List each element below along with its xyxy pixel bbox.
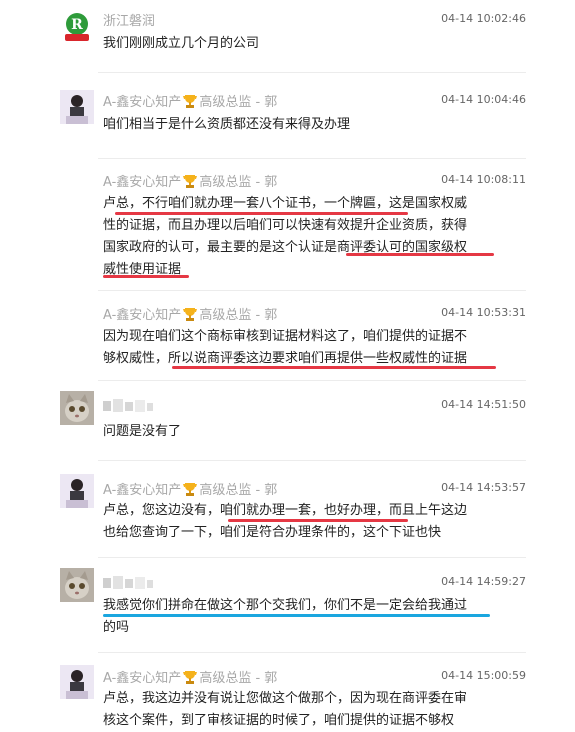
trophy-icon — [182, 94, 198, 108]
blurred-sender-name — [103, 575, 153, 589]
highlight-underline — [103, 614, 490, 617]
divider — [98, 557, 526, 558]
trophy-icon — [182, 670, 198, 684]
person-avatar-icon — [60, 474, 94, 508]
sender-name: A-鑫安心知产 高级总监 - 郭 — [103, 307, 278, 323]
avatar[interactable] — [60, 391, 94, 425]
timestamp: 04-14 10:08:11 — [441, 173, 526, 186]
message-text: 我们刚刚成立几个月的公司 — [103, 36, 260, 51]
divider — [98, 380, 526, 381]
sender-name: A-鑫安心知产 高级总监 - 郭 — [103, 174, 278, 190]
svg-text:R: R — [71, 17, 83, 33]
sender-name: A-鑫安心知产 高级总监 - 郭 — [103, 670, 278, 686]
divider — [98, 290, 526, 291]
highlight-underline — [228, 519, 408, 522]
message-text: 卢总，您这边没有，咱们就办理一套，也好办理，而且上午这边 也给您查询了一下，咱们… — [103, 503, 468, 540]
person-avatar-icon — [60, 90, 94, 124]
trophy-icon — [182, 307, 198, 321]
message-text: 卢总，不行咱们就办理一套八个证书，一个牌匾，这是国家权威 性的证据，而且办理以后… — [103, 196, 468, 277]
message-text: 因为现在咱们这个商标审核到证据材料这了，咱们提供的证据不 够权威性，所以说商评委… — [103, 329, 468, 366]
cat-avatar-icon — [60, 568, 94, 602]
trophy-icon — [182, 482, 198, 496]
timestamp: 04-14 14:53:57 — [441, 481, 526, 494]
timestamp: 04-14 15:00:59 — [441, 669, 526, 682]
avatar[interactable] — [60, 665, 94, 699]
avatar[interactable] — [60, 474, 94, 508]
divider — [98, 460, 526, 461]
message-text: 我感觉你们拼命在做这个那个交我们，你们不是一定会给我通过 的吗 — [103, 598, 468, 635]
trophy-icon — [182, 174, 198, 188]
avatar[interactable] — [60, 568, 94, 602]
company-logo-icon: R — [65, 13, 89, 41]
divider — [98, 72, 526, 73]
cat-avatar-icon — [60, 391, 94, 425]
avatar[interactable]: R — [60, 10, 94, 44]
timestamp: 04-14 14:51:50 — [441, 398, 526, 411]
sender-name: 浙江磐润 — [103, 14, 156, 29]
blurred-sender-name — [103, 398, 153, 412]
timestamp: 04-14 10:53:31 — [441, 306, 526, 319]
sender-name: A-鑫安心知产 高级总监 - 郭 — [103, 482, 278, 498]
timestamp: 04-14 14:59:27 — [441, 575, 526, 588]
avatar[interactable] — [60, 90, 94, 124]
highlight-underline — [346, 253, 494, 256]
divider — [98, 158, 526, 159]
message-text: 问题是没有了 — [103, 424, 182, 439]
highlight-underline — [172, 366, 496, 369]
message-text: 卢总，我这边并没有说让您做这个做那个，因为现在商评委在审 核这个案件，到了审核证… — [103, 691, 468, 728]
divider — [98, 652, 526, 653]
highlight-underline — [103, 275, 189, 278]
sender-name: A-鑫安心知产 高级总监 - 郭 — [103, 94, 278, 110]
highlight-underline — [115, 212, 408, 215]
message-text: 咱们相当于是什么资质都还没有来得及办理 — [103, 117, 351, 132]
person-avatar-icon — [60, 665, 94, 699]
timestamp: 04-14 10:04:46 — [441, 93, 526, 106]
timestamp: 04-14 10:02:46 — [441, 12, 526, 25]
